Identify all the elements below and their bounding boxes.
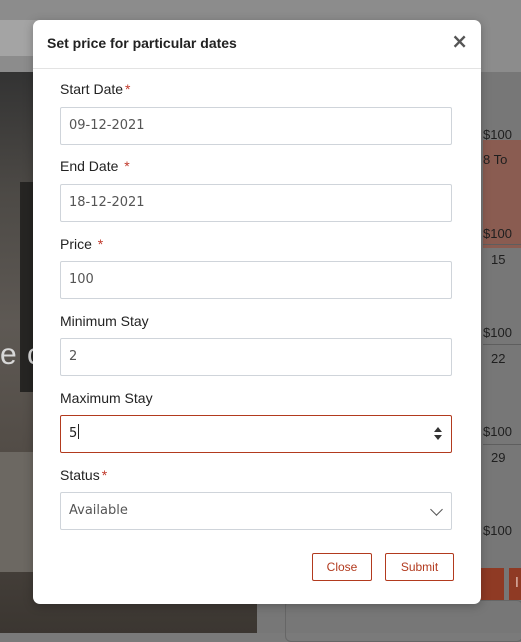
- modal-header: Set price for particular dates ×: [33, 20, 481, 69]
- calendar-divider: [483, 344, 521, 345]
- calendar-day: 22: [491, 351, 506, 366]
- modal-title: Set price for particular dates: [47, 35, 237, 51]
- calendar-price: $100: [483, 424, 512, 439]
- submit-button[interactable]: Submit: [385, 553, 454, 581]
- end-date-input[interactable]: 18-12-2021: [60, 184, 452, 222]
- calendar-price: $100: [483, 226, 512, 241]
- minimum-stay-label-text: Minimum Stay: [60, 313, 149, 329]
- maximum-stay-label-text: Maximum Stay: [60, 390, 153, 406]
- calendar-divider: [483, 244, 521, 245]
- spinner-up-icon[interactable]: [434, 427, 442, 432]
- end-date-label-text: End Date: [60, 158, 119, 174]
- start-date-input[interactable]: 09-12-2021: [60, 107, 452, 145]
- set-price-modal: Set price for particular dates × Start D…: [33, 20, 481, 604]
- calendar-divider: [483, 444, 521, 445]
- start-date-label-text: Start Date: [60, 81, 124, 97]
- spinner-down-icon[interactable]: [434, 435, 442, 440]
- price-value: 100: [69, 272, 94, 287]
- calendar-day: 29: [491, 450, 506, 465]
- calendar-day: 15: [491, 252, 506, 267]
- calendar-day: 8 To: [483, 152, 508, 167]
- end-date-label: End Date *: [60, 158, 130, 174]
- start-date-label: Start Date *: [60, 81, 130, 97]
- minimum-stay-value: 2: [69, 349, 78, 364]
- status-label-text: Status: [60, 467, 100, 483]
- background-button: I: [509, 568, 521, 600]
- calendar-price: $100: [483, 127, 512, 142]
- calendar-price: $100: [483, 325, 512, 340]
- maximum-stay-input[interactable]: 5: [60, 415, 452, 453]
- minimum-stay-label: Minimum Stay: [60, 313, 149, 329]
- background-calendar: $100 8 To $100 15 $100 22 $100 29 $100: [483, 100, 521, 580]
- chevron-down-icon: [430, 503, 443, 516]
- status-select[interactable]: Available: [60, 492, 452, 530]
- required-marker: *: [125, 81, 131, 97]
- status-label: Status *: [60, 467, 107, 483]
- start-date-value: 09-12-2021: [69, 118, 145, 133]
- close-button[interactable]: Close: [312, 553, 372, 581]
- close-icon[interactable]: ×: [451, 31, 468, 51]
- background-card: [285, 600, 521, 642]
- end-date-value: 18-12-2021: [69, 195, 145, 210]
- maximum-stay-value: 5: [69, 426, 78, 441]
- price-label-text: Price: [60, 236, 92, 252]
- minimum-stay-input[interactable]: 2: [60, 338, 452, 376]
- price-label: Price *: [60, 236, 103, 252]
- required-marker: *: [124, 158, 130, 174]
- required-marker: *: [101, 467, 108, 483]
- text-cursor: [78, 424, 80, 439]
- number-spinner-icon[interactable]: [434, 427, 443, 441]
- calendar-price: $100: [483, 523, 512, 538]
- required-marker: *: [97, 236, 104, 252]
- maximum-stay-label: Maximum Stay: [60, 390, 153, 406]
- price-input[interactable]: 100: [60, 261, 452, 299]
- status-value: Available: [69, 503, 128, 518]
